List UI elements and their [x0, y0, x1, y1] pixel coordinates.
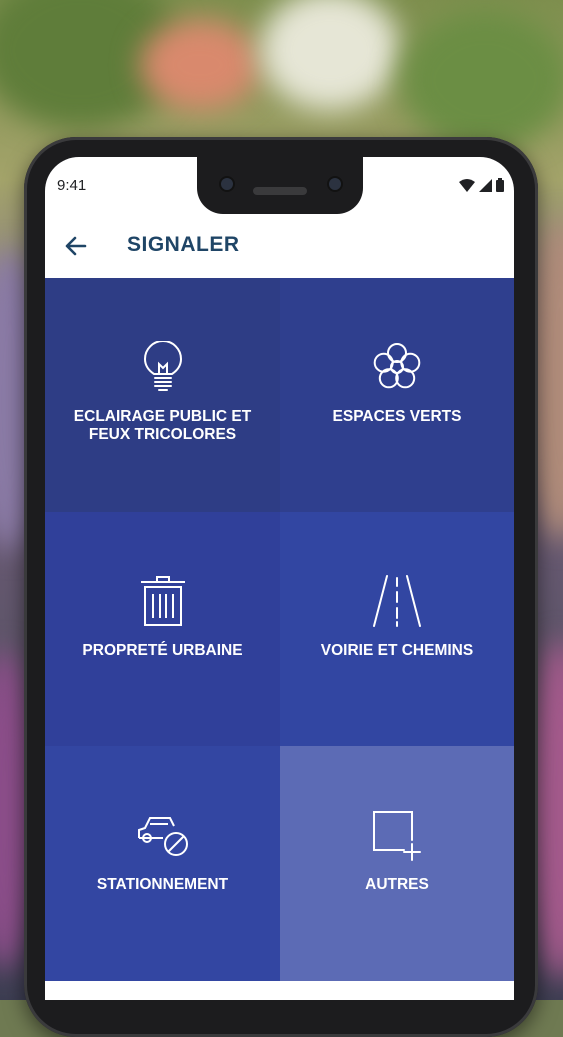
tile-label: ECLAIRAGE PUBLIC ET FEUX TRICOLORES [73, 408, 252, 443]
camera-notch [197, 157, 363, 214]
tile-espaces-verts[interactable]: ESPACES VERTS [280, 278, 514, 512]
status-icons [459, 178, 504, 192]
signal-icon [479, 179, 492, 192]
add-square-icon [373, 811, 421, 861]
road-icon [373, 575, 421, 627]
lightbulb-icon [143, 341, 182, 391]
tile-autres[interactable]: AUTRES [280, 746, 514, 981]
flower-icon [373, 343, 421, 389]
tile-stationnement[interactable]: STATIONNEMENT [45, 746, 280, 981]
trash-icon [140, 576, 185, 626]
tile-eclairage-public[interactable]: ECLAIRAGE PUBLIC ET FEUX TRICOLORES [45, 278, 280, 512]
tile-voirie-chemins[interactable]: VOIRIE ET CHEMINS [280, 512, 514, 746]
wifi-icon [459, 179, 475, 192]
arrow-left-icon[interactable] [63, 233, 89, 259]
app-screen: 9:41 SIGNALER ECLAIRAGE PUBLIC ET FEUX T… [45, 157, 514, 1000]
tile-proprete-urbaine[interactable]: PROPRETÉ URBAINE [45, 512, 280, 746]
front-camera [221, 178, 233, 190]
status-time: 9:41 [57, 177, 87, 194]
category-grid: ECLAIRAGE PUBLIC ET FEUX TRICOLORES ESPA… [45, 278, 514, 981]
tile-label: STATIONNEMENT [96, 876, 229, 893]
tile-label: ESPACES VERTS [332, 408, 462, 425]
front-sensor [329, 178, 341, 190]
tile-label: AUTRES [365, 876, 429, 893]
page-title: SIGNALER [127, 233, 240, 256]
bottom-bar [45, 981, 514, 1000]
earpiece-speaker [253, 187, 307, 195]
tile-label: PROPRETÉ URBAINE [82, 642, 243, 659]
battery-icon [496, 178, 504, 192]
app-bar: SIGNALER [45, 217, 514, 277]
no-parking-car-icon [137, 817, 188, 856]
tile-label: VOIRIE ET CHEMINS [320, 642, 474, 659]
